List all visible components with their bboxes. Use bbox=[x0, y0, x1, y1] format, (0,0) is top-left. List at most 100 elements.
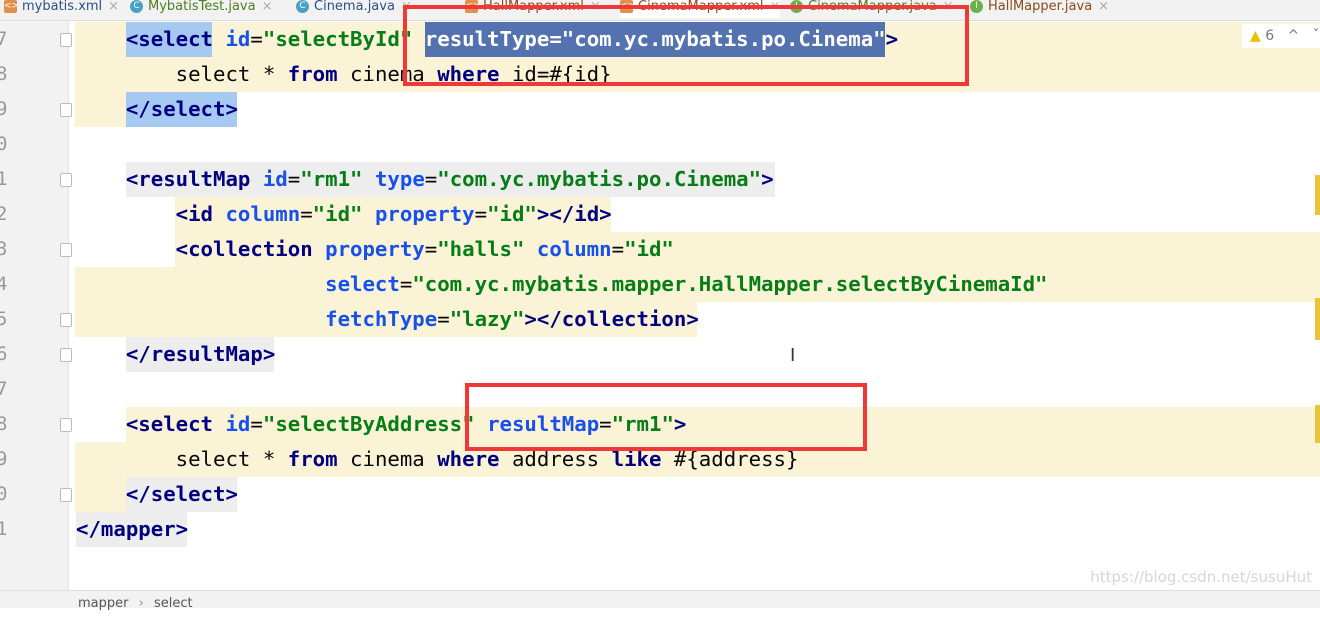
code-token-val: "id" bbox=[312, 202, 375, 226]
code-token-tag: </select> bbox=[125, 97, 238, 121]
tab-cinema-java[interactable]: C Cinema.java × bbox=[296, 0, 412, 18]
previous-highlight-button[interactable]: ^ bbox=[1279, 28, 1300, 44]
fold-marker-icon[interactable] bbox=[60, 33, 72, 47]
next-highlight-button[interactable]: ˇ bbox=[1304, 28, 1320, 44]
inspection-widget[interactable]: ▲ 6 ^ ˇ bbox=[1242, 24, 1320, 48]
code-token-attr: property bbox=[374, 202, 475, 226]
line-number: 0 bbox=[0, 133, 8, 155]
code-line[interactable]: </select> bbox=[76, 92, 238, 127]
code-line[interactable]: </select> bbox=[76, 477, 238, 512]
code-token-txt: = bbox=[250, 27, 263, 51]
code-token-txt: = bbox=[399, 272, 413, 296]
fold-marker-icon[interactable] bbox=[60, 348, 72, 362]
code-token-txt: = bbox=[424, 167, 438, 191]
tab-label: Cinema.java bbox=[314, 0, 395, 14]
code-token-attr: type bbox=[374, 167, 425, 191]
tab-mybatis-xml[interactable]: <> mybatis.xml × bbox=[4, 0, 119, 18]
fold-marker-icon[interactable] bbox=[60, 103, 72, 117]
line-number: 4 bbox=[0, 273, 8, 295]
tab-label: mybatis.xml bbox=[22, 0, 103, 14]
code-line[interactable]: fetchType="lazy"></collection> bbox=[76, 302, 699, 337]
code-line[interactable]: </mapper> bbox=[76, 512, 188, 547]
line-number: 1 bbox=[0, 518, 8, 540]
scrollbar-marker[interactable] bbox=[1315, 405, 1320, 443]
code-token-attr: id bbox=[262, 167, 288, 191]
class-icon: C bbox=[130, 0, 143, 13]
scrollbar-marker[interactable] bbox=[1315, 175, 1320, 215]
annotation-box-resultmap bbox=[465, 383, 867, 451]
fold-marker-icon[interactable] bbox=[60, 243, 72, 257]
code-token-tag: </select> bbox=[125, 482, 238, 506]
code-token-attr: column bbox=[536, 237, 612, 261]
class-icon: C bbox=[296, 0, 309, 13]
line-number: 2 bbox=[0, 203, 8, 225]
line-gutter: 7 8 9 0 1 2 3 4 5 6 7 8 9 0 1 bbox=[0, 21, 72, 590]
tab-label: MybatisTest.java bbox=[148, 0, 256, 14]
line-number: 9 bbox=[0, 448, 8, 470]
code-token-tag: <select bbox=[125, 27, 226, 51]
code-token-val: "id" bbox=[487, 202, 537, 226]
interface-icon: I bbox=[970, 0, 983, 13]
code-token-txt: = bbox=[287, 167, 301, 191]
code-token-val: "lazy" bbox=[449, 307, 525, 331]
code-token-attr: select bbox=[325, 272, 400, 296]
breadcrumb: mapper › select bbox=[0, 590, 1320, 611]
code-token-txt: select * bbox=[125, 62, 288, 86]
xml-file-icon: <> bbox=[4, 0, 20, 13]
code-token-tag: </mapper> bbox=[76, 517, 189, 541]
code-line[interactable]: <id column="id" property="id"></id> bbox=[76, 197, 612, 232]
line-number: 3 bbox=[0, 238, 8, 260]
code-token-val: "selectById" bbox=[262, 27, 425, 51]
code-token-txt: = bbox=[250, 412, 263, 436]
warning-triangle-icon: ▲ bbox=[1250, 28, 1261, 44]
line-number: 8 bbox=[0, 413, 8, 435]
code-line[interactable]: select="com.yc.mybatis.mapper.HallMapper… bbox=[76, 267, 1048, 302]
fold-marker-icon[interactable] bbox=[60, 418, 72, 432]
code-token-tag: <id bbox=[125, 202, 226, 226]
close-tab-icon[interactable]: × bbox=[108, 0, 119, 14]
code-token-txt: = bbox=[474, 202, 488, 226]
code-token-txt: = bbox=[611, 237, 625, 261]
code-token-attr: column bbox=[225, 202, 301, 226]
line-number: 9 bbox=[0, 98, 8, 120]
line-number: 1 bbox=[0, 168, 8, 190]
line-number: 6 bbox=[0, 343, 8, 365]
fold-marker-icon[interactable] bbox=[60, 173, 72, 187]
code-line[interactable]: </resultMap> bbox=[76, 337, 275, 372]
code-token-val: "id" bbox=[624, 237, 674, 261]
close-tab-icon[interactable]: × bbox=[262, 0, 273, 14]
code-token-txt: cinema bbox=[337, 447, 438, 471]
close-tab-icon[interactable]: × bbox=[1098, 0, 1109, 14]
tab-mybatistest-java[interactable]: C MybatisTest.java × bbox=[130, 0, 273, 18]
code-token-val: "selectByAddress" bbox=[262, 412, 488, 436]
code-token-tag: <resultMap bbox=[125, 167, 263, 191]
code-token-tag: <select bbox=[125, 412, 226, 436]
warning-count: 6 bbox=[1265, 28, 1275, 44]
code-token-val: "com.yc.mybatis.mapper.HallMapper.select… bbox=[412, 272, 1048, 296]
code-token-tag: </resultMap> bbox=[125, 342, 276, 366]
code-token-val: "com.yc.mybatis.po.Cinema" bbox=[437, 167, 762, 191]
annotation-box-resulttype bbox=[403, 5, 969, 86]
breadcrumb-item-mapper[interactable]: mapper bbox=[78, 596, 128, 611]
code-token-attr: id bbox=[225, 412, 251, 436]
code-token-attr: id bbox=[225, 27, 251, 51]
code-token-txt: select * bbox=[125, 447, 288, 471]
fold-marker-icon[interactable] bbox=[60, 488, 72, 502]
tab-hallmapper-java[interactable]: I HallMapper.java × bbox=[970, 0, 1109, 18]
code-line[interactable]: <collection property="halls" column="id" bbox=[76, 232, 674, 267]
breadcrumb-item-select[interactable]: select bbox=[154, 596, 193, 611]
line-number: 8 bbox=[0, 63, 8, 85]
line-number: 5 bbox=[0, 308, 8, 330]
code-token-val: "halls" bbox=[437, 237, 537, 261]
code-token-kw: from bbox=[287, 62, 338, 86]
fold-marker-icon[interactable] bbox=[60, 313, 72, 327]
tab-label: HallMapper.java bbox=[988, 0, 1093, 14]
text-cursor-icon: I bbox=[790, 345, 796, 366]
code-token-tag: ></collection> bbox=[524, 307, 699, 331]
line-number: 0 bbox=[0, 483, 8, 505]
code-line[interactable]: <resultMap id="rm1" type="com.yc.mybatis… bbox=[76, 162, 774, 197]
code-token-attr: property bbox=[325, 237, 425, 261]
scrollbar-marker[interactable] bbox=[1315, 298, 1320, 340]
